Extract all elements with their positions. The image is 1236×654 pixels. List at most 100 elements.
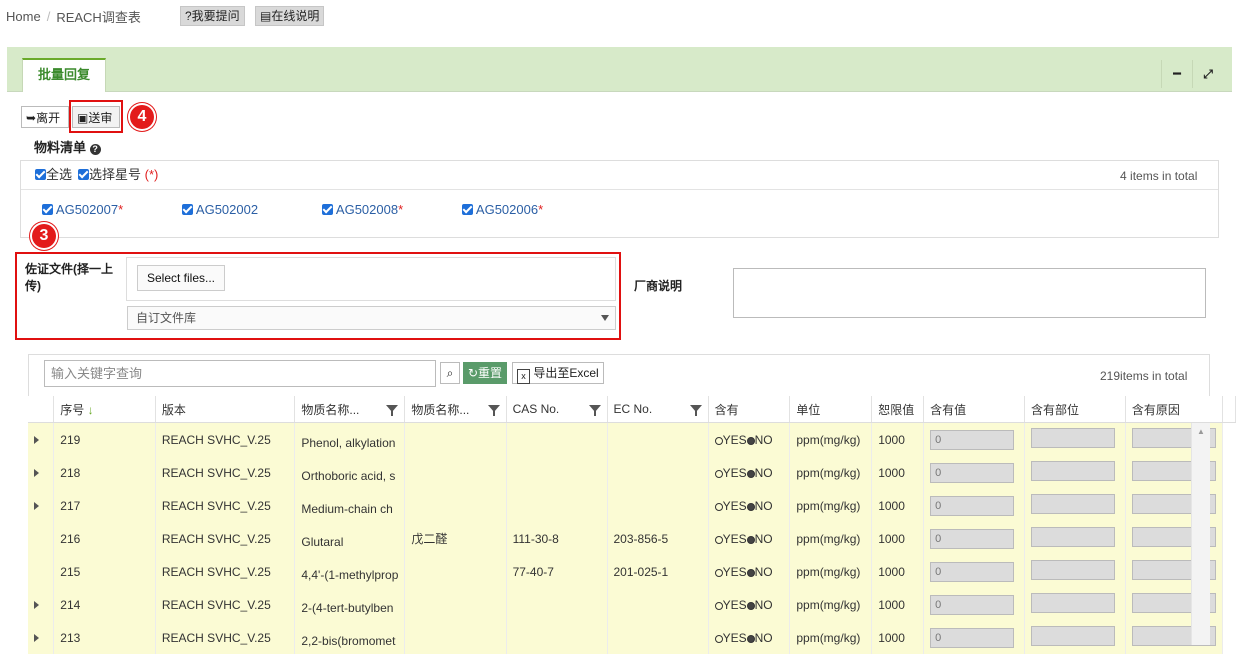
contains-value-input[interactable]: 0 (930, 429, 1015, 450)
column-header[interactable]: 含有 (708, 396, 791, 423)
yes-radio[interactable] (714, 568, 723, 577)
contains-part-input[interactable] (1031, 626, 1116, 646)
contains-value-input[interactable]: 0 (930, 495, 1015, 516)
submit-review-button[interactable]: ▣送审 (72, 106, 120, 128)
material-item[interactable]: AG502006* (462, 202, 543, 217)
material-checkbox[interactable] (182, 204, 193, 215)
contains-part-input[interactable] (1031, 428, 1116, 448)
filter-icon[interactable] (588, 405, 601, 416)
expand-arrow-icon[interactable] (34, 600, 39, 609)
file-library-dropdown[interactable]: 自订文件库 (127, 306, 616, 330)
yes-radio[interactable] (714, 502, 723, 511)
contains-value-input[interactable]: 0 (930, 462, 1015, 483)
table-row[interactable]: 217 REACH SVHC_V.25 Medium-chain ch YES NO pp… (28, 489, 1236, 522)
table-row[interactable]: 215 REACH SVHC_V.25 4,4'-(1-methylprop 77-4… (28, 555, 1236, 588)
grid-scrollbar[interactable]: ▲ (1191, 423, 1210, 645)
contains-part-input[interactable] (1031, 527, 1116, 547)
cell-threshold-text: 1000 (878, 531, 905, 546)
column-header[interactable]: 恕限值 (871, 396, 925, 423)
cell-unit: ppm(mg/kg) (789, 621, 873, 654)
contains-value-input[interactable]: 0 (930, 561, 1015, 582)
select-all-checkbox[interactable] (35, 169, 46, 180)
contains-part-input[interactable] (1031, 461, 1116, 481)
cell-threshold: 1000 (871, 422, 925, 456)
table-row[interactable]: 214 REACH SVHC_V.25 2-(4-tert-butylben YES N… (28, 588, 1236, 621)
column-header[interactable]: 含有原因 (1125, 396, 1224, 423)
material-checkbox[interactable] (322, 204, 333, 215)
material-code: AG502008 (335, 202, 399, 217)
column-header[interactable]: 物质名称... (294, 396, 406, 423)
leave-button[interactable]: ➥离开 (21, 106, 69, 128)
no-radio[interactable] (746, 601, 755, 610)
column-header[interactable]: EC No. (607, 396, 709, 423)
expand-cell[interactable] (28, 588, 55, 621)
filter-icon[interactable] (386, 405, 399, 416)
no-radio[interactable] (746, 568, 755, 577)
material-item[interactable]: AG502002 (182, 202, 258, 217)
column-header-label: 物质名称... (411, 402, 470, 417)
tab-batch-reply[interactable]: 批量回复 (22, 58, 106, 92)
no-label: NO (754, 465, 773, 480)
column-header[interactable]: 含有部位 (1024, 396, 1126, 423)
cell-unit: ppm(mg/kg) (789, 456, 873, 489)
expand-arrow-icon[interactable] (34, 468, 39, 477)
table-row[interactable]: 218 REACH SVHC_V.25 Orthoboric acid, s YES N… (28, 456, 1236, 489)
export-excel-button[interactable]: x 导出至Excel (512, 362, 604, 384)
online-help-button[interactable]: ▤在线说明 (255, 6, 325, 26)
column-header[interactable]: 物质名称... (404, 396, 507, 423)
select-star-option[interactable]: 选择星号 (*) (78, 164, 158, 183)
select-all-option[interactable]: 全选 (35, 164, 72, 183)
no-radio[interactable] (746, 634, 755, 643)
search-icon[interactable]: ⌕ (440, 362, 460, 384)
scroll-up-icon[interactable]: ▲ (1192, 427, 1210, 436)
select-files-button[interactable]: Select files... (137, 265, 225, 291)
help-icon[interactable]: ? (89, 144, 101, 155)
column-header[interactable]: 版本 (155, 396, 296, 423)
no-radio[interactable] (746, 535, 755, 544)
yes-radio[interactable] (714, 535, 723, 544)
table-row[interactable]: 213 REACH SVHC_V.25 2,2-bis(bromomet YES NO p… (28, 621, 1236, 654)
contains-part-input[interactable] (1031, 593, 1116, 613)
expand-cell[interactable] (28, 621, 55, 654)
filter-icon[interactable] (487, 405, 500, 416)
filter-icon[interactable] (689, 405, 702, 416)
minimize-icon[interactable]: ━ (1161, 60, 1192, 88)
select-star-label: 选择星号 (89, 167, 142, 182)
select-star-checkbox[interactable] (78, 169, 89, 180)
cell-unit: ppm(mg/kg) (789, 588, 873, 621)
ask-question-button[interactable]: ?我要提问 (180, 6, 245, 26)
breadcrumb-current: REACH调查表 (56, 10, 141, 25)
expand-arrow-icon[interactable] (34, 633, 39, 642)
yes-radio[interactable] (714, 469, 723, 478)
no-radio[interactable] (746, 436, 755, 445)
expand-arrow-icon[interactable] (34, 501, 39, 510)
column-header[interactable]: 序号 ↓ (53, 396, 156, 423)
expand-cell[interactable] (28, 456, 55, 489)
column-header[interactable]: CAS No. (506, 396, 608, 423)
yes-radio[interactable] (714, 634, 723, 643)
no-radio[interactable] (746, 469, 755, 478)
column-header[interactable]: 含有值 (923, 396, 1026, 423)
vendor-note-textarea[interactable] (733, 268, 1206, 318)
no-radio[interactable] (746, 502, 755, 511)
yes-radio[interactable] (714, 436, 723, 445)
expand-cell[interactable] (28, 489, 55, 522)
column-header[interactable]: 单位 (789, 396, 873, 423)
grid-search-input[interactable]: 输入关键字查询 (44, 360, 436, 387)
material-item[interactable]: AG502007* (42, 202, 123, 217)
reset-button[interactable]: ↻重置 (463, 362, 507, 384)
contains-part-input[interactable] (1031, 494, 1116, 514)
material-checkbox[interactable] (462, 204, 473, 215)
expand-arrow-icon[interactable] (34, 435, 39, 444)
breadcrumb-home[interactable]: Home (6, 9, 41, 24)
table-row[interactable]: 219 REACH SVHC_V.25 Phenol, alkylation YES N… (28, 422, 1236, 456)
contains-part-input[interactable] (1031, 560, 1116, 580)
expand-cell[interactable] (28, 422, 55, 456)
yes-radio[interactable] (714, 601, 723, 610)
contains-value-input[interactable]: 0 (930, 528, 1015, 549)
contains-value-input[interactable]: 0 (930, 594, 1015, 615)
material-checkbox[interactable] (42, 204, 53, 215)
table-row[interactable]: 216 REACH SVHC_V.25 Glutaral 戊二醛 111-30-8 203… (28, 522, 1236, 555)
maximize-icon[interactable]: ⤢ (1192, 60, 1223, 88)
material-item[interactable]: AG502008* (322, 202, 403, 217)
